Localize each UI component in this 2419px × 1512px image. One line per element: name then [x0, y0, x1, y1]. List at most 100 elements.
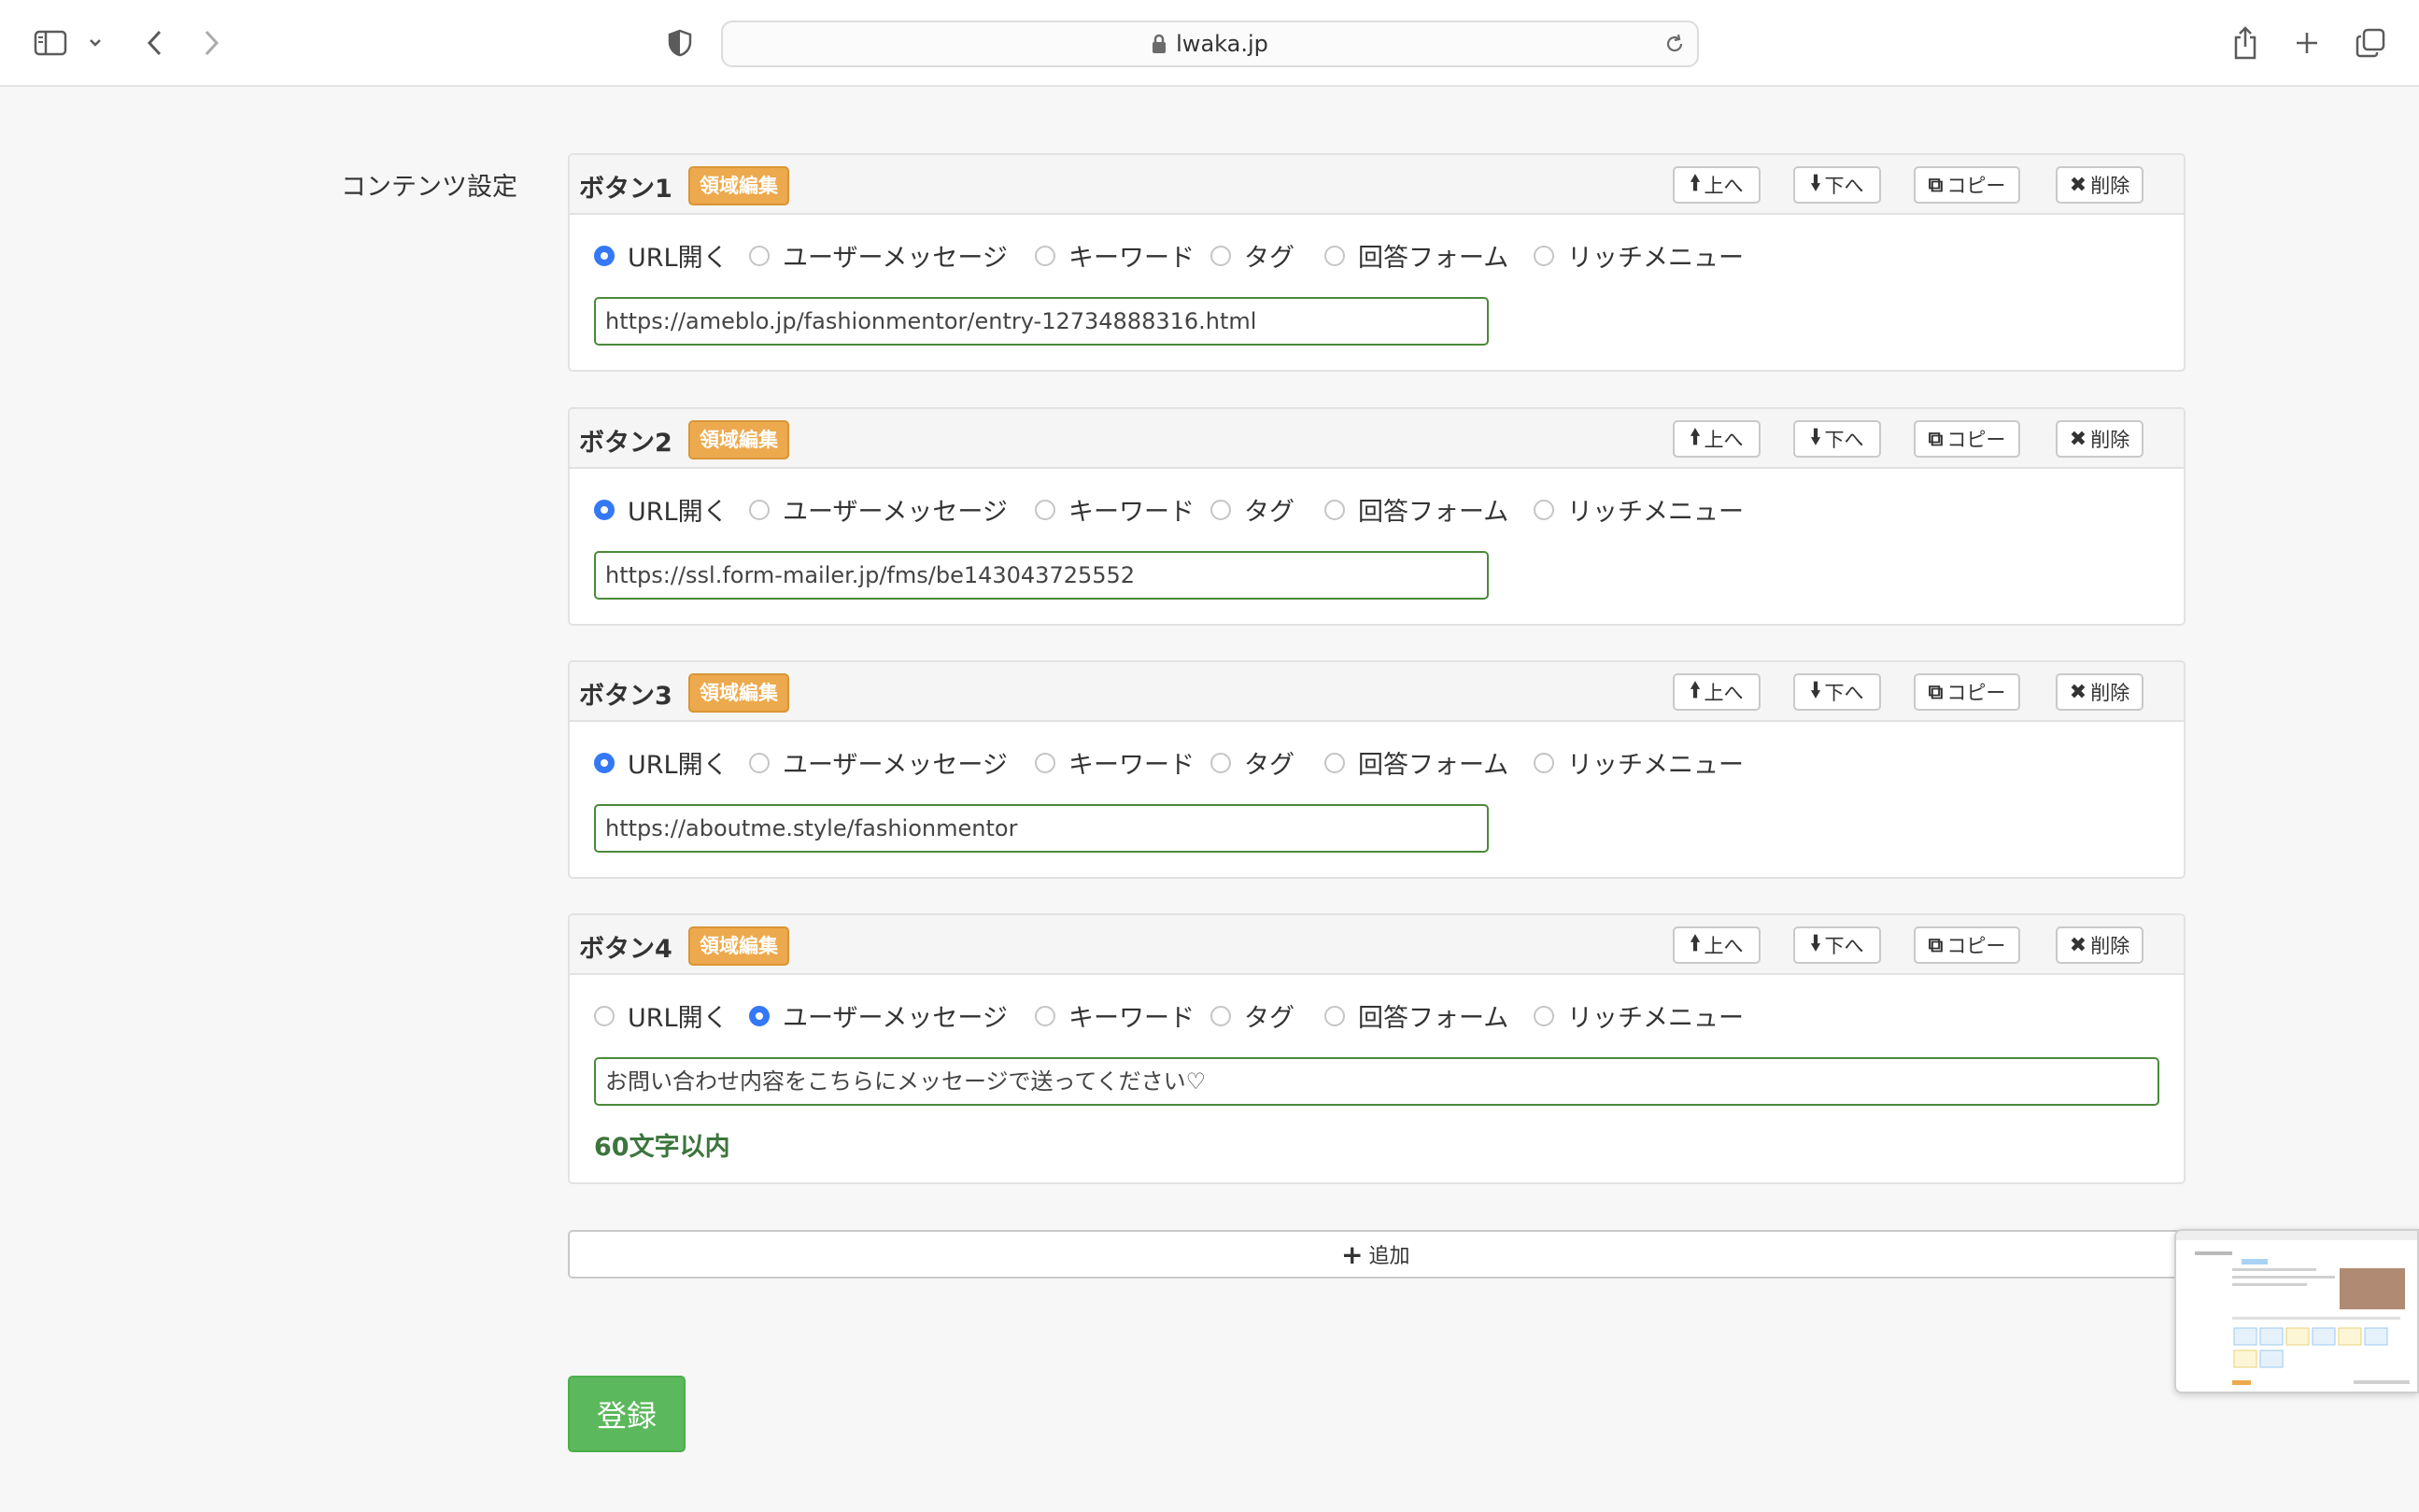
radio-button[interactable]: [1324, 752, 1345, 773]
move-down-button[interactable]: 🠛 下へ: [1793, 166, 1881, 204]
share-icon[interactable]: [2230, 24, 2260, 62]
action-type-option[interactable]: タグ: [1210, 491, 1294, 528]
forward-arrow-icon[interactable]: [198, 26, 226, 60]
radio-button[interactable]: [1534, 752, 1554, 773]
radio-button[interactable]: [749, 1005, 770, 1026]
action-type-option[interactable]: タグ: [1210, 237, 1294, 274]
radio-button[interactable]: [1210, 1005, 1231, 1026]
radio-label: リッチメニュー: [1567, 1004, 1744, 1033]
radio-button[interactable]: [1534, 245, 1554, 266]
user-message-input[interactable]: お問い合わせ内容をこちらにメッセージで送ってください♡: [594, 1057, 2159, 1106]
delete-button[interactable]: ✖ 削除: [2056, 673, 2143, 711]
action-type-option[interactable]: タグ: [1210, 744, 1294, 781]
action-type-option[interactable]: 回答フォーム: [1324, 491, 1508, 528]
action-type-option[interactable]: キーワード: [1035, 491, 1195, 528]
delete-button[interactable]: ✖ 削除: [2056, 166, 2143, 204]
action-type-option[interactable]: URL開く: [594, 491, 729, 528]
url-input[interactable]: https://ssl.form-mailer.jp/fms/be1430437…: [594, 551, 1489, 600]
radio-button[interactable]: [1210, 752, 1231, 773]
submit-button[interactable]: 登録: [568, 1376, 686, 1452]
radio-button[interactable]: [1035, 499, 1055, 520]
radio-button[interactable]: [1324, 245, 1345, 266]
radio-button[interactable]: [1210, 245, 1231, 266]
reload-icon[interactable]: [1663, 33, 1686, 61]
tab-overview-icon[interactable]: [2354, 26, 2387, 60]
button-panel: ボタン2 領域編集 🠙 上へ 🠛 下へ ⧉ コピー ✖ 削除 URL開く ユーザーメッセージ キーワード…: [568, 407, 2186, 626]
radio-label: キーワード: [1068, 244, 1195, 273]
radio-button[interactable]: [1035, 245, 1055, 266]
radio-button[interactable]: [749, 499, 770, 520]
action-type-option[interactable]: ユーザーメッセージ: [749, 997, 1008, 1034]
radio-label: ユーザーメッセージ: [783, 498, 1008, 527]
back-arrow-icon[interactable]: [140, 26, 168, 60]
copy-button[interactable]: ⧉ コピー: [1914, 166, 2020, 204]
radio-button[interactable]: [1534, 1005, 1554, 1026]
action-type-option[interactable]: キーワード: [1035, 237, 1195, 274]
radio-button[interactable]: [749, 752, 770, 773]
action-type-option[interactable]: リッチメニュー: [1534, 491, 1744, 528]
radio-label: 回答フォーム: [1358, 244, 1509, 273]
radio-button[interactable]: [1534, 499, 1554, 520]
move-down-button[interactable]: 🠛 下へ: [1793, 673, 1881, 711]
move-up-button[interactable]: 🠙 上へ: [1673, 166, 1761, 204]
radio-button[interactable]: [594, 245, 615, 266]
action-type-option[interactable]: キーワード: [1035, 997, 1195, 1034]
delete-button[interactable]: ✖ 削除: [2056, 420, 2143, 458]
action-type-option[interactable]: キーワード: [1035, 744, 1195, 781]
action-type-option[interactable]: 回答フォーム: [1324, 744, 1508, 781]
action-type-option[interactable]: ユーザーメッセージ: [749, 744, 1008, 781]
chevron-down-icon[interactable]: [86, 34, 105, 52]
url-input[interactable]: https://ameblo.jp/fashionmentor/entry-12…: [594, 297, 1489, 346]
arrow-up-icon: 🠙: [1690, 932, 1701, 955]
copy-icon: ⧉: [1928, 427, 1944, 451]
copy-button[interactable]: ⧉ コピー: [1914, 420, 2020, 458]
radio-label: リッチメニュー: [1567, 498, 1744, 527]
close-icon: ✖: [2069, 173, 2087, 197]
radio-button[interactable]: [1324, 1005, 1345, 1026]
move-down-button[interactable]: 🠛 下へ: [1793, 420, 1881, 458]
new-tab-plus-icon[interactable]: [2292, 26, 2322, 60]
action-type-option[interactable]: URL開く: [594, 744, 729, 781]
lock-icon: [1152, 34, 1167, 54]
move-up-button[interactable]: 🠙 上へ: [1673, 673, 1761, 711]
move-up-button[interactable]: 🠙 上へ: [1673, 926, 1761, 964]
radio-button[interactable]: [594, 499, 615, 520]
action-type-option[interactable]: リッチメニュー: [1534, 237, 1744, 274]
move-up-button[interactable]: 🠙 上へ: [1673, 420, 1761, 458]
radio-button[interactable]: [594, 752, 615, 773]
action-type-option[interactable]: ユーザーメッセージ: [749, 237, 1008, 274]
radio-button[interactable]: [1324, 499, 1345, 520]
copy-label: コピー: [1946, 935, 2006, 957]
action-type-option[interactable]: URL開く: [594, 997, 729, 1034]
edit-region-badge[interactable]: 領域編集: [688, 420, 789, 459]
add-button[interactable]: + 追加: [568, 1230, 2419, 1279]
window-preview-thumbnail[interactable]: [2174, 1229, 2419, 1393]
radio-button[interactable]: [1035, 1005, 1055, 1026]
address-bar[interactable]: lwaka.jp: [721, 21, 1699, 67]
radio-button[interactable]: [1210, 499, 1231, 520]
radio-button[interactable]: [749, 245, 770, 266]
action-type-option[interactable]: リッチメニュー: [1534, 997, 1744, 1034]
edit-region-badge[interactable]: 領域編集: [688, 673, 789, 713]
sidebar-toggle-icon[interactable]: [32, 28, 69, 58]
action-type-option[interactable]: URL開く: [594, 237, 729, 274]
radio-button[interactable]: [1035, 752, 1055, 773]
edit-region-badge[interactable]: 領域編集: [688, 926, 789, 966]
action-type-option[interactable]: タグ: [1210, 997, 1294, 1034]
radio-button[interactable]: [594, 1005, 615, 1026]
action-type-option[interactable]: リッチメニュー: [1534, 744, 1744, 781]
edit-region-badge[interactable]: 領域編集: [688, 166, 789, 205]
move-up-label: 上へ: [1704, 682, 1744, 704]
action-type-option[interactable]: ユーザーメッセージ: [749, 491, 1008, 528]
url-input[interactable]: https://aboutme.style/fashionmentor: [594, 804, 1489, 853]
radio-label: タグ: [1244, 1004, 1294, 1033]
arrow-up-icon: 🠙: [1690, 172, 1701, 195]
action-type-option[interactable]: 回答フォーム: [1324, 237, 1508, 274]
copy-button[interactable]: ⧉ コピー: [1914, 673, 2020, 711]
action-type-option[interactable]: 回答フォーム: [1324, 997, 1508, 1034]
button-panel-title: ボタン3: [579, 682, 672, 711]
copy-button[interactable]: ⧉ コピー: [1914, 926, 2020, 964]
move-down-button[interactable]: 🠛 下へ: [1793, 926, 1881, 964]
privacy-shield-icon[interactable]: [665, 26, 695, 60]
delete-button[interactable]: ✖ 削除: [2056, 926, 2143, 964]
